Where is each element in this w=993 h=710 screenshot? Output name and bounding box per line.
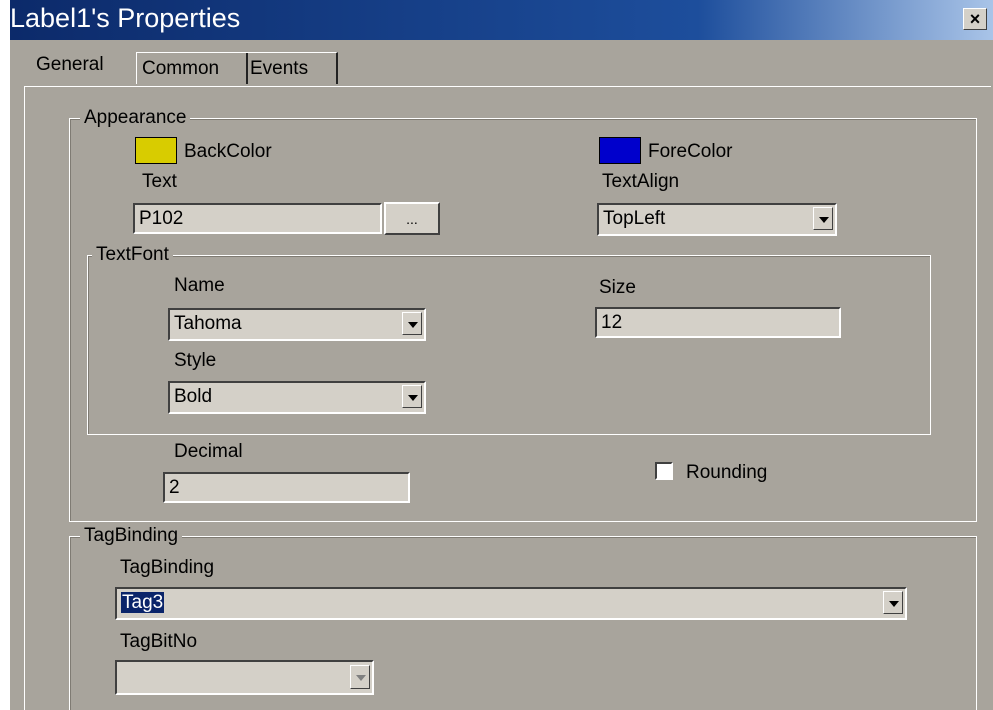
chevron-down-icon[interactable] bbox=[813, 207, 833, 230]
appearance-legend: Appearance bbox=[80, 107, 191, 129]
decimal-label: Decimal bbox=[174, 441, 243, 462]
backcolor-label: BackColor bbox=[184, 141, 272, 162]
tagbitno-dropdown[interactable] bbox=[115, 660, 374, 695]
forecolor-label: ForeColor bbox=[648, 141, 733, 162]
tagbinding-label: TagBinding bbox=[120, 557, 215, 578]
text-ellipsis-button[interactable]: ... bbox=[384, 202, 440, 235]
textalign-label: TextAlign bbox=[602, 171, 680, 192]
font-size-label: Size bbox=[599, 277, 636, 298]
forecolor-swatch[interactable] bbox=[599, 137, 641, 164]
properties-window: Label1's Properties × General Common Eve… bbox=[10, 0, 993, 710]
window-title: Label1's Properties bbox=[10, 3, 241, 33]
font-style-label: Style bbox=[174, 350, 217, 371]
textfont-group: TextFont Name Tahoma Size 12 Style Bold bbox=[87, 244, 931, 435]
appearance-group: Appearance BackColor ForeColor Text P102… bbox=[69, 107, 977, 522]
font-name-label: Name bbox=[174, 275, 225, 296]
font-name-dropdown[interactable]: Tahoma bbox=[168, 308, 426, 341]
tab-panel-general: Appearance BackColor ForeColor Text P102… bbox=[24, 86, 991, 710]
tab-common[interactable]: Common bbox=[136, 52, 248, 84]
textfont-legend: TextFont bbox=[92, 244, 173, 266]
chevron-down-icon bbox=[350, 665, 370, 689]
font-style-dropdown[interactable]: Bold bbox=[168, 381, 426, 414]
tagbinding-group: TagBinding TagBinding Tag3 TagBitNo bbox=[69, 525, 977, 710]
chevron-down-icon[interactable] bbox=[883, 591, 903, 614]
backcolor-swatch[interactable] bbox=[135, 137, 177, 164]
text-label: Text bbox=[142, 171, 177, 192]
tab-events[interactable]: Events bbox=[244, 52, 338, 84]
tagbitno-label: TagBitNo bbox=[120, 631, 198, 652]
rounding-checkbox[interactable] bbox=[655, 462, 673, 480]
chevron-down-icon[interactable] bbox=[402, 385, 422, 408]
textalign-dropdown[interactable]: TopLeft bbox=[597, 203, 837, 236]
tagbinding-value: Tag3 bbox=[121, 592, 165, 613]
tagbinding-dropdown[interactable]: Tag3 bbox=[115, 587, 907, 620]
decimal-input[interactable]: 2 bbox=[163, 472, 410, 503]
font-size-input[interactable]: 12 bbox=[595, 307, 841, 338]
title-bar[interactable]: Label1's Properties × bbox=[10, 0, 993, 40]
close-button[interactable]: × bbox=[963, 8, 987, 30]
rounding-label[interactable]: Rounding bbox=[686, 462, 767, 484]
font-style-value: Bold bbox=[174, 386, 213, 407]
textalign-value: TopLeft bbox=[603, 208, 666, 229]
font-name-value: Tahoma bbox=[174, 313, 242, 334]
tab-general[interactable]: General bbox=[32, 49, 140, 83]
text-input[interactable]: P102 bbox=[133, 203, 382, 234]
chevron-down-icon[interactable] bbox=[402, 312, 422, 335]
tagbinding-legend: TagBinding bbox=[80, 525, 183, 547]
